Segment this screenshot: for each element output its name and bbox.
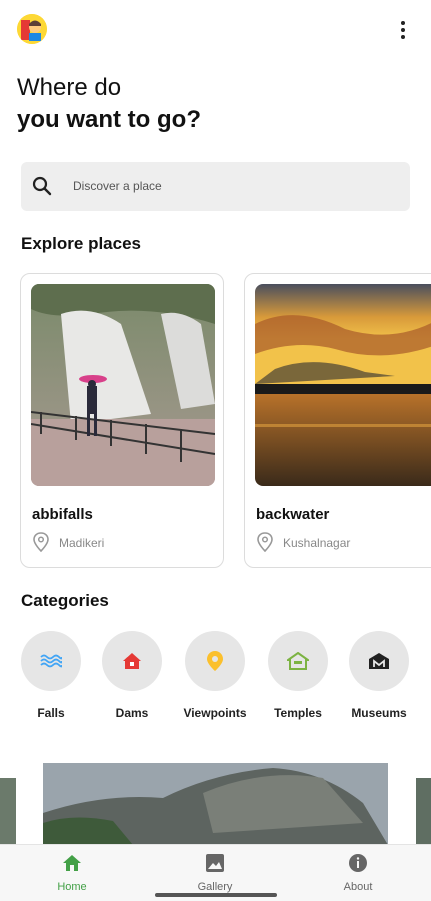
place-card-abbifalls[interactable]: abbifalls Madikeri (20, 273, 224, 568)
category-label: Falls (37, 706, 65, 720)
categories-heading: Categories (21, 591, 109, 610)
place-photo (31, 284, 215, 486)
museum-icon (349, 631, 409, 691)
category-label: Museums (351, 706, 407, 720)
nav-label: About (343, 881, 373, 893)
search-input[interactable]: Discover a place (73, 179, 162, 193)
more-options-icon[interactable] (392, 18, 414, 42)
carousel-next-image[interactable] (416, 778, 431, 844)
place-name: abbifalls (32, 506, 93, 523)
gallery-icon (205, 854, 225, 877)
category-label: Viewpoints (183, 706, 247, 720)
nav-home[interactable]: Home (22, 853, 122, 893)
nav-label: Gallery (197, 881, 233, 893)
category-viewpoints[interactable]: Viewpoints (175, 631, 255, 720)
category-temples[interactable]: Temples (258, 631, 338, 720)
place-card-backwater[interactable]: backwater Kushalnagar (244, 273, 431, 568)
info-icon (348, 854, 368, 877)
avatar[interactable] (17, 14, 47, 44)
category-label: Temples (274, 706, 322, 720)
category-museums[interactable]: Museums (339, 631, 419, 720)
place-name: backwater (256, 506, 330, 523)
page-title-line1: Where do (17, 74, 122, 101)
search-bar[interactable]: Discover a place (21, 162, 410, 211)
home-indicator[interactable] (155, 893, 277, 897)
search-icon (31, 175, 53, 197)
nav-gallery[interactable]: Gallery (165, 853, 265, 893)
carousel-prev-image[interactable] (0, 778, 16, 844)
place-photo (255, 284, 431, 486)
explore-places-heading: Explore places (21, 234, 142, 253)
carousel-image[interactable] (43, 763, 388, 845)
avatar-icon (17, 14, 47, 44)
waves-icon (21, 631, 81, 691)
location-pin-icon (256, 532, 274, 553)
nav-about[interactable]: About (308, 853, 408, 893)
place-location: Madikeri (59, 536, 105, 550)
category-dams[interactable]: Dams (92, 631, 172, 720)
location-pin-icon (32, 532, 50, 553)
home-icon (62, 855, 82, 877)
location-pin-icon (185, 631, 245, 691)
place-location: Kushalnagar (283, 536, 351, 550)
temple-icon (268, 631, 328, 691)
category-label: Dams (115, 706, 149, 720)
dam-icon (102, 631, 162, 691)
category-falls[interactable]: Falls (11, 631, 91, 720)
page-title-line2: you want to go? (17, 106, 201, 133)
nav-label: Home (57, 881, 87, 893)
